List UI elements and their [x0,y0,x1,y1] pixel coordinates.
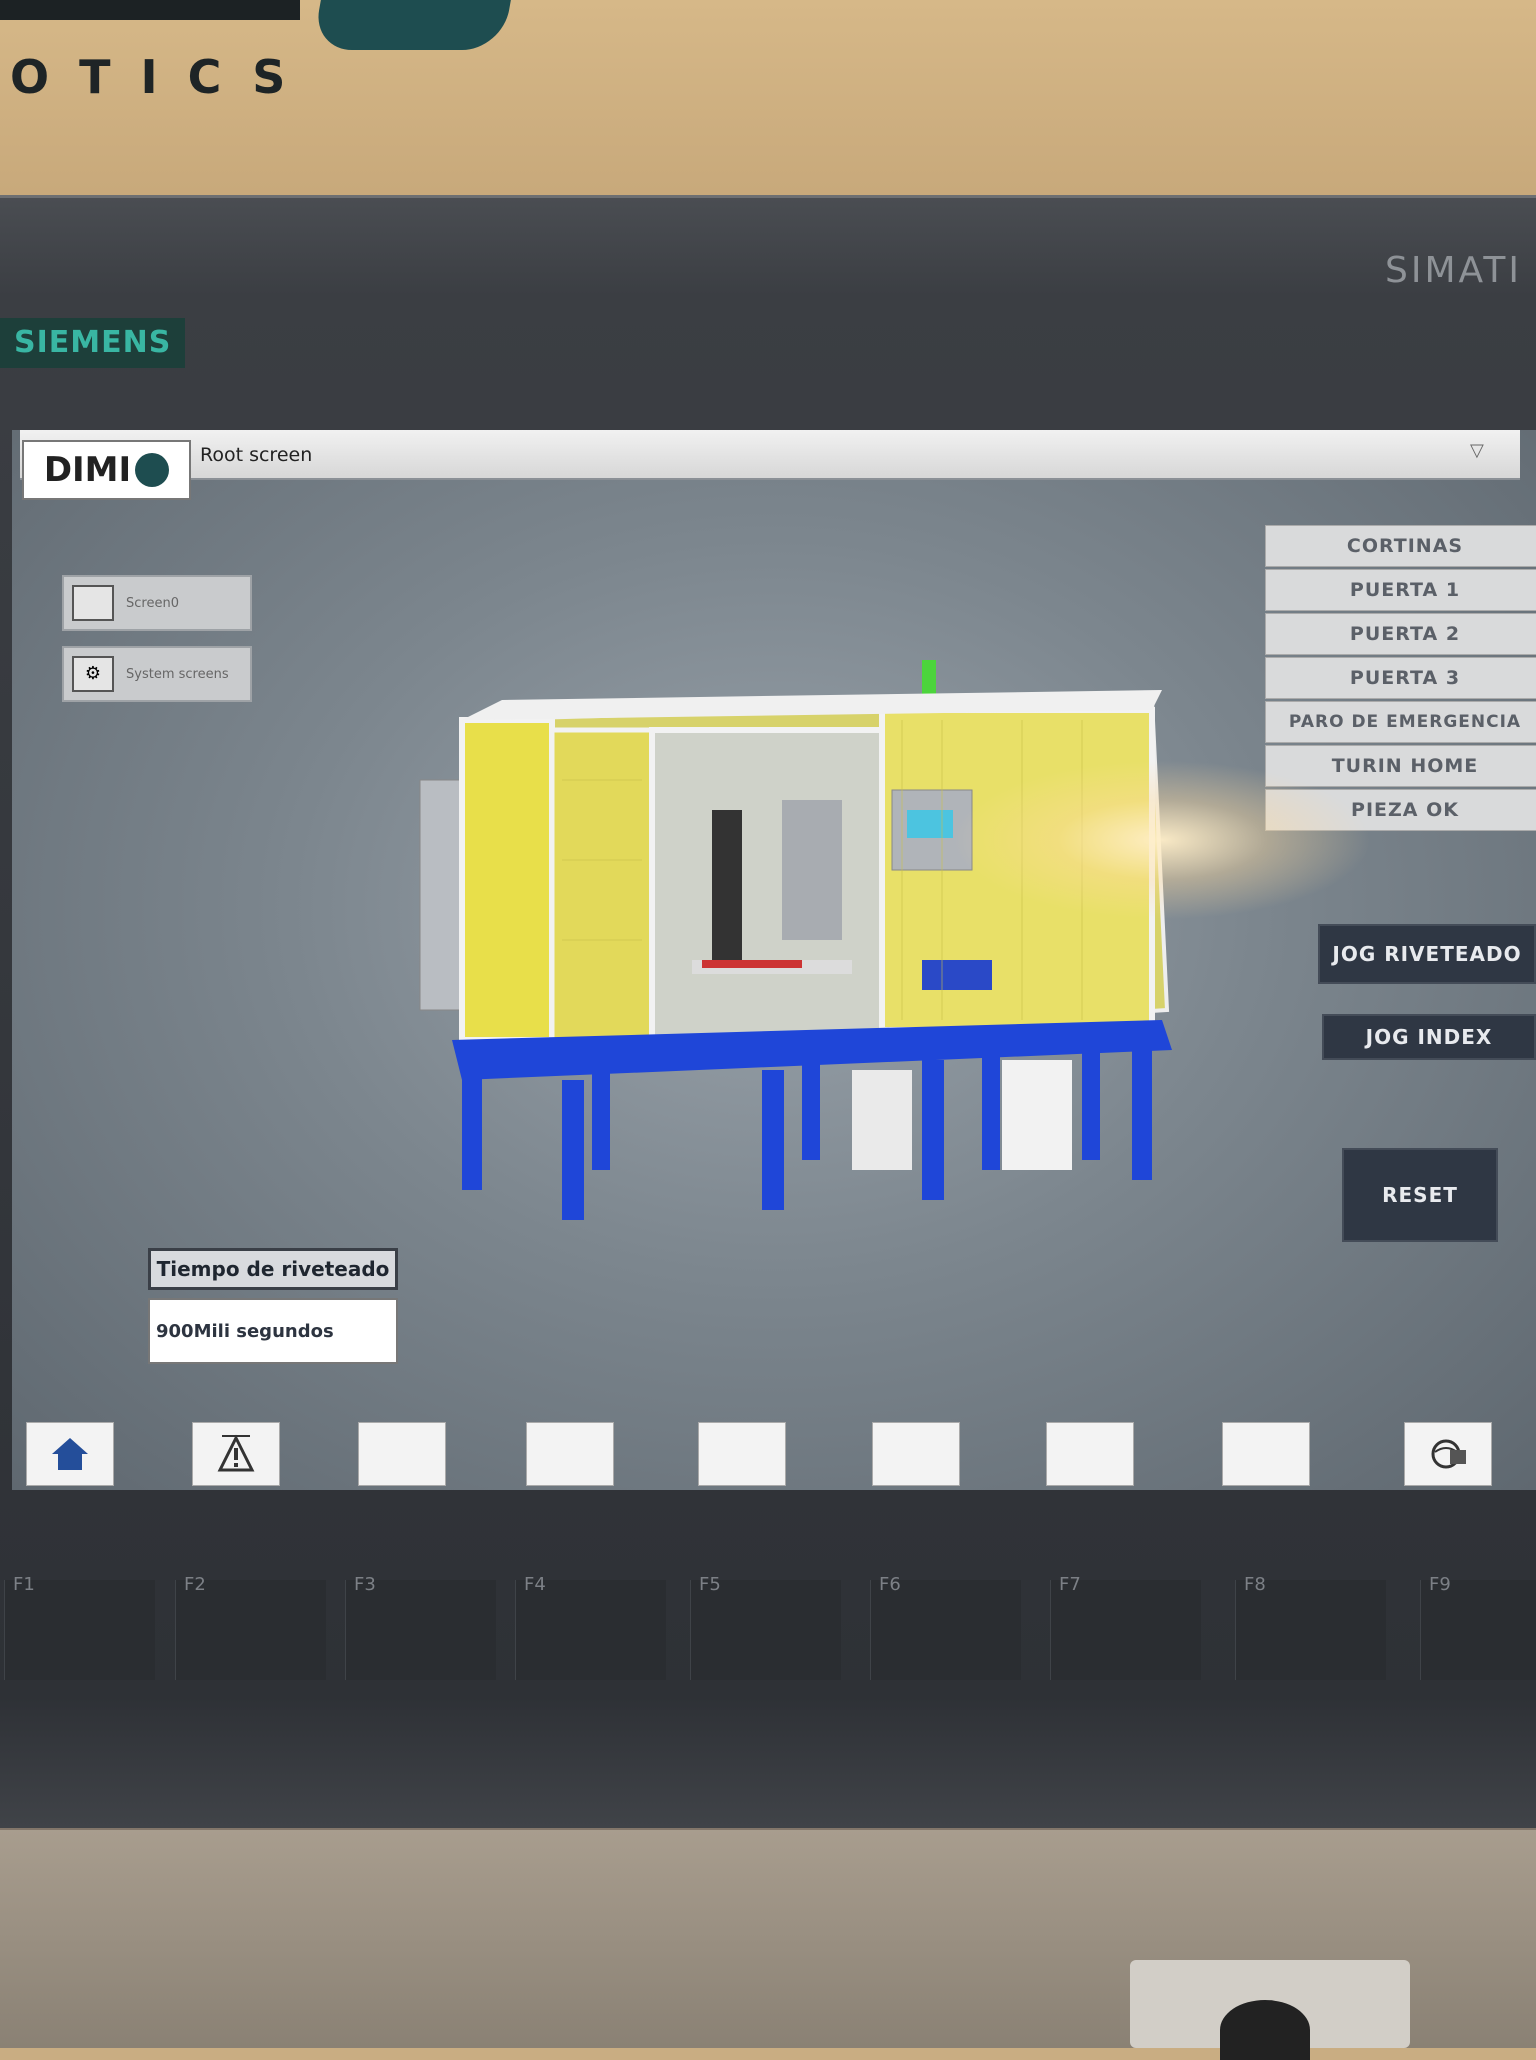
function-key-label: F4 [524,1574,546,1595]
screen-icon [72,585,114,621]
function-button-3[interactable] [358,1422,446,1486]
socket-plug [1220,2000,1310,2060]
function-key-f6[interactable]: F6 [870,1574,1021,1680]
function-key-f7[interactable]: F7 [1050,1574,1201,1680]
function-key-f8[interactable]: F8 [1235,1574,1386,1680]
home-icon [52,1438,88,1470]
function-key-label: F6 [879,1574,901,1595]
function-button-5[interactable] [698,1422,786,1486]
dimi-logo-text: DIMI [43,450,132,490]
function-key-label: F5 [699,1574,721,1595]
function-key-label: F1 [13,1574,35,1595]
simatic-label: SIMATI [1385,250,1522,291]
system-screens-button[interactable]: ⚙ System screens [62,646,252,702]
function-button-6[interactable] [872,1422,960,1486]
dimi-logo: DIMI [22,440,191,500]
function-key-label: F2 [184,1574,206,1595]
function-key-label: F7 [1059,1574,1081,1595]
function-key-f5[interactable]: F5 [690,1574,841,1680]
status-turin-home: TURIN HOME [1265,745,1536,787]
function-key-label: F9 [1429,1574,1451,1595]
system-screens-icon: ⚙ [72,656,114,692]
screen-title: Root screen [200,444,313,466]
alarm-icon [217,1434,255,1472]
home-button[interactable] [26,1422,114,1486]
function-key-f9[interactable]: F9 [1420,1574,1536,1680]
dimi-logo-icon [135,453,170,487]
wall-logo-text: OTICS [10,50,316,104]
language-icon [1431,1439,1466,1469]
tiempo-riveteado-label: Tiempo de riveteado [148,1248,398,1290]
wall-logo-dark-band [0,0,300,20]
function-button-8[interactable] [1222,1422,1310,1486]
function-key-label: F3 [354,1574,376,1595]
machine-illustration [419,660,1172,1220]
jog-index-button[interactable]: JOG INDEX [1322,1014,1536,1060]
status-puerta-2: PUERTA 2 [1265,613,1536,655]
title-bar: Root screen ▽ [20,430,1520,480]
language-button[interactable] [1404,1422,1492,1486]
hmi-screen: Root screen ▽ DIMI Screen0 ⚙ System scre… [12,430,1536,1490]
function-key-f1[interactable]: F1 [4,1574,155,1680]
dropdown-icon[interactable]: ▽ [1470,440,1492,462]
status-paro-de-emergencia: PARO DE EMERGENCIA [1265,701,1536,743]
screen0-label: Screen0 [126,595,179,611]
status-cortinas: CORTINAS [1265,525,1536,567]
reset-button[interactable]: RESET [1342,1148,1498,1242]
tiempo-riveteado-value[interactable]: 900Mili segundos [148,1298,398,1364]
system-screens-label: System screens [126,666,229,682]
function-button-7[interactable] [1046,1422,1134,1486]
function-key-f2[interactable]: F2 [175,1574,326,1680]
function-keys-row: F1 F2 F3 F4 F5 F6 F7 F8 F9 [0,1560,1536,1690]
status-pieza-ok: PIEZA OK [1265,789,1536,831]
function-key-f3[interactable]: F3 [345,1574,496,1680]
siemens-badge: SIEMENS [0,318,185,368]
screen0-button[interactable]: Screen0 [62,575,252,631]
status-puerta-1: PUERTA 1 [1265,569,1536,611]
function-key-f4[interactable]: F4 [515,1574,666,1680]
function-button-4[interactable] [526,1422,614,1486]
function-key-label: F8 [1244,1574,1266,1595]
status-list: CORTINAS PUERTA 1 PUERTA 2 PUERTA 3 PARO… [1265,525,1536,833]
status-puerta-3: PUERTA 3 [1265,657,1536,699]
alarm-button[interactable] [192,1422,280,1486]
jog-riveteado-button[interactable]: JOG RIVETEADO [1318,924,1536,984]
